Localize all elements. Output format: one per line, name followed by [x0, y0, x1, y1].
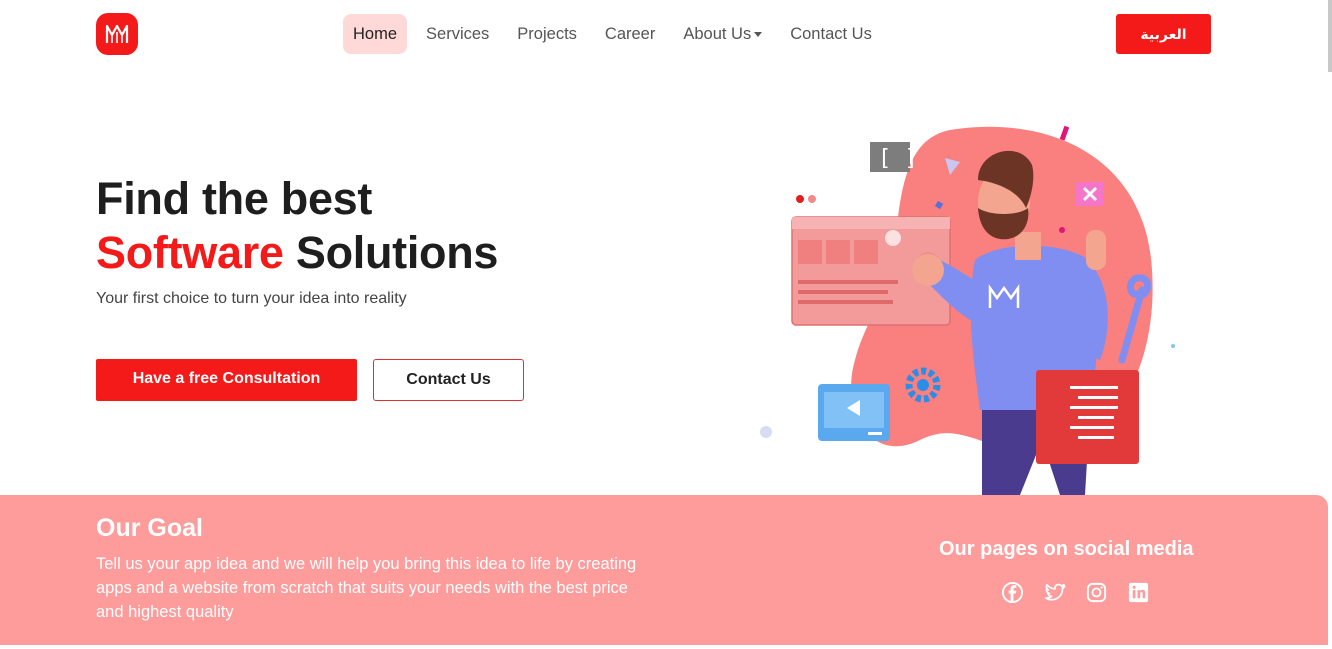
contact-us-button[interactable]: Contact Us	[373, 359, 524, 401]
logo-mark-icon	[105, 24, 129, 43]
goal-text: Tell us your app idea and we will help y…	[96, 555, 637, 621]
nav-about-us-label: About Us	[683, 25, 752, 43]
nav-projects[interactable]: Projects	[508, 14, 586, 54]
nav-services[interactable]: Services	[417, 14, 498, 54]
hero-title-highlight: Software	[96, 227, 284, 278]
nav-contact-us[interactable]: Contact Us	[781, 14, 881, 54]
linkedin-icon[interactable]	[1127, 581, 1150, 604]
social-icons	[1001, 581, 1150, 604]
hero-title: Find the best Software Solutions	[96, 172, 498, 280]
hero-title-line1: Find the best	[96, 173, 373, 224]
facebook-icon[interactable]	[1001, 581, 1024, 604]
nav-career[interactable]: Career	[596, 14, 664, 54]
language-button[interactable]: العربية	[1116, 14, 1211, 54]
instagram-icon[interactable]	[1085, 581, 1108, 604]
social-title: Our pages on social media	[939, 538, 1194, 560]
goal-title: Our Goal	[96, 514, 203, 542]
goal-section: Our Goal Tell us your app idea and we wi…	[0, 495, 1328, 645]
main-nav: Home Services Projects Career About Us C…	[343, 14, 891, 54]
hero-illustration: [ ]	[760, 125, 1175, 495]
svg-text:[ ]: [ ]	[878, 146, 918, 171]
nav-home[interactable]: Home	[343, 14, 408, 54]
hero-subtitle: Your first choice to turn your idea into…	[96, 290, 407, 307]
twitter-icon[interactable]	[1043, 581, 1066, 604]
free-consultation-button[interactable]: Have a free Consultation	[96, 359, 357, 401]
chevron-down-icon	[754, 32, 763, 38]
hero-title-rest: Solutions	[295, 227, 499, 278]
scrollbar[interactable]	[1328, 0, 1332, 72]
page: Home Services Projects Career About Us C…	[0, 0, 1332, 649]
nav-about-us[interactable]: About Us	[674, 14, 771, 54]
logo[interactable]	[96, 13, 138, 55]
